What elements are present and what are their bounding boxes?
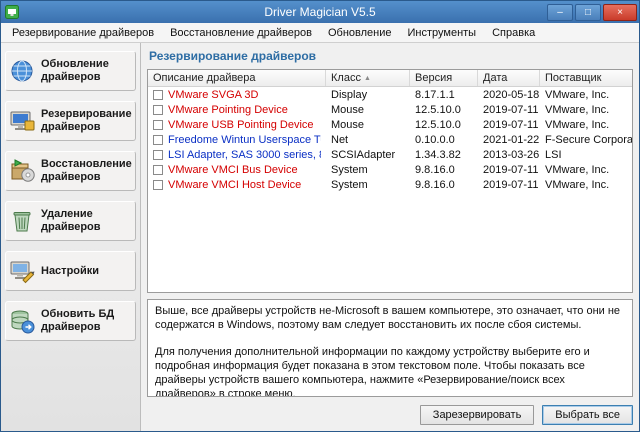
driver-date: 2021-01-22 xyxy=(478,134,540,146)
table-row[interactable]: VMware Pointing Device Mouse 12.5.10.0 2… xyxy=(148,102,632,117)
driver-date: 2013-03-26 xyxy=(478,149,540,161)
driver-description: LSI Adapter, SAS 3000 series, 8-port wit… xyxy=(168,149,321,161)
driver-version: 1.34.3.82 xyxy=(410,149,478,161)
table-row[interactable]: VMware VMCI Bus Device System 9.8.16.0 2… xyxy=(148,162,632,177)
table-row[interactable]: VMware VMCI Host Device System 9.8.16.0 … xyxy=(148,177,632,192)
computer-backup-icon xyxy=(9,108,35,134)
driver-description: VMware VMCI Bus Device xyxy=(168,164,298,176)
menu-update[interactable]: Обновление xyxy=(320,24,400,42)
column-header-vendor[interactable]: Поставщик xyxy=(540,70,632,86)
driver-class: System xyxy=(326,179,410,191)
driver-vendor: LSI xyxy=(540,149,632,161)
recycle-bin-icon xyxy=(9,208,35,234)
driver-class: Mouse xyxy=(326,119,410,131)
driver-vendor: VMware, Inc. xyxy=(540,164,632,176)
column-header-version[interactable]: Версия xyxy=(410,70,478,86)
driver-vendor: F-Secure Corporation xyxy=(540,134,632,146)
page-title: Резервирование драйверов xyxy=(147,47,633,69)
row-checkbox[interactable] xyxy=(153,180,163,190)
table-row[interactable]: LSI Adapter, SAS 3000 series, 8-port wit… xyxy=(148,147,632,162)
settings-monitor-icon xyxy=(9,258,35,284)
driver-vendor: VMware, Inc. xyxy=(540,89,632,101)
driver-vendor: VMware, Inc. xyxy=(540,104,632,116)
info-paragraph: Для получения дополнительной информации … xyxy=(155,345,625,397)
window-title: Driver Magician V5.5 xyxy=(1,5,639,19)
driver-date: 2019-07-11 xyxy=(478,119,540,131)
menu-help[interactable]: Справка xyxy=(484,24,543,42)
driver-version: 0.10.0.0 xyxy=(410,134,478,146)
driver-description: Freedome Wintun Userspace Tunnel xyxy=(168,134,321,146)
sidebar-item-label: Восстановление драйверов xyxy=(41,158,132,183)
sidebar-item-restore-drivers[interactable]: Восстановление драйверов xyxy=(5,151,136,191)
globe-update-icon xyxy=(9,58,35,84)
row-checkbox[interactable] xyxy=(153,105,163,115)
driver-description: VMware Pointing Device xyxy=(168,104,288,116)
driver-version: 12.5.10.0 xyxy=(410,104,478,116)
driver-date: 2019-07-11 xyxy=(478,179,540,191)
close-button[interactable]: × xyxy=(603,4,637,21)
menu-backup-drivers[interactable]: Резервирование драйверов xyxy=(4,24,162,42)
sort-ascending-icon: ▲ xyxy=(364,75,371,82)
table-row[interactable]: VMware SVGA 3D Display 8.17.1.1 2020-05-… xyxy=(148,87,632,102)
driver-vendor: VMware, Inc. xyxy=(540,179,632,191)
driver-description: VMware SVGA 3D xyxy=(168,89,258,101)
minimize-button[interactable]: – xyxy=(547,4,573,21)
row-checkbox[interactable] xyxy=(153,135,163,145)
driver-date: 2019-07-11 xyxy=(478,104,540,116)
driver-table: Описание драйвера Класс▲ Версия Дата Пос… xyxy=(147,69,633,293)
driver-class: SCSIAdapter xyxy=(326,149,410,161)
title-bar[interactable]: Driver Magician V5.5 – □ × xyxy=(1,1,639,23)
column-header-class[interactable]: Класс▲ xyxy=(326,70,410,86)
sidebar-item-settings[interactable]: Настройки xyxy=(5,251,136,291)
menu-tools[interactable]: Инструменты xyxy=(400,24,485,42)
row-checkbox[interactable] xyxy=(153,150,163,160)
menu-bar: Резервирование драйверов Восстановление … xyxy=(1,23,639,43)
table-row[interactable]: VMware USB Pointing Device Mouse 12.5.10… xyxy=(148,117,632,132)
sidebar-item-update-driver-db[interactable]: Обновить БД драйверов xyxy=(5,301,136,341)
sidebar-item-label: Удаление драйверов xyxy=(41,208,132,233)
driver-date: 2020-05-18 xyxy=(478,89,540,101)
app-icon xyxy=(5,5,19,19)
sidebar-item-update-drivers[interactable]: Обновление драйверов xyxy=(5,51,136,91)
column-header-description[interactable]: Описание драйвера xyxy=(148,70,326,86)
sidebar: Обновление драйверов Резервирование драй… xyxy=(1,43,141,431)
table-row[interactable]: Freedome Wintun Userspace Tunnel Net 0.1… xyxy=(148,132,632,147)
row-checkbox[interactable] xyxy=(153,90,163,100)
restore-box-icon xyxy=(9,158,35,184)
info-paragraph: Выше, все драйверы устройств не-Microsof… xyxy=(155,304,625,333)
sidebar-item-label: Настройки xyxy=(41,265,99,278)
driver-class: System xyxy=(326,164,410,176)
maximize-button[interactable]: □ xyxy=(575,4,601,21)
driver-class: Net xyxy=(326,134,410,146)
select-all-button[interactable]: Выбрать все xyxy=(542,405,633,425)
driver-class: Display xyxy=(326,89,410,101)
driver-version: 12.5.10.0 xyxy=(410,119,478,131)
sidebar-item-delete-drivers[interactable]: Удаление драйверов xyxy=(5,201,136,241)
driver-date: 2019-07-11 xyxy=(478,164,540,176)
driver-vendor: VMware, Inc. xyxy=(540,119,632,131)
database-update-icon xyxy=(9,308,35,334)
driver-description: VMware USB Pointing Device xyxy=(168,119,314,131)
driver-info-panel: Выше, все драйверы устройств не-Microsof… xyxy=(147,299,633,397)
driver-version: 8.17.1.1 xyxy=(410,89,478,101)
menu-restore-drivers[interactable]: Восстановление драйверов xyxy=(162,24,320,42)
driver-description: VMware VMCI Host Device xyxy=(168,179,301,191)
driver-version: 9.8.16.0 xyxy=(410,164,478,176)
button-row: Зарезервировать Выбрать все xyxy=(147,397,633,425)
table-header: Описание драйвера Класс▲ Версия Дата Пос… xyxy=(148,70,632,87)
table-body: VMware SVGA 3D Display 8.17.1.1 2020-05-… xyxy=(148,87,632,292)
backup-button[interactable]: Зарезервировать xyxy=(420,405,535,425)
app-window: Driver Magician V5.5 – □ × Резервировани… xyxy=(0,0,640,432)
sidebar-item-label: Резервирование драйверов xyxy=(41,108,132,133)
column-header-date[interactable]: Дата xyxy=(478,70,540,86)
main-panel: Резервирование драйверов Описание драйве… xyxy=(141,43,639,431)
driver-version: 9.8.16.0 xyxy=(410,179,478,191)
driver-class: Mouse xyxy=(326,104,410,116)
sidebar-item-label: Обновить БД драйверов xyxy=(41,308,132,333)
sidebar-item-label: Обновление драйверов xyxy=(41,58,132,83)
row-checkbox[interactable] xyxy=(153,120,163,130)
row-checkbox[interactable] xyxy=(153,165,163,175)
sidebar-item-backup-drivers[interactable]: Резервирование драйверов xyxy=(5,101,136,141)
